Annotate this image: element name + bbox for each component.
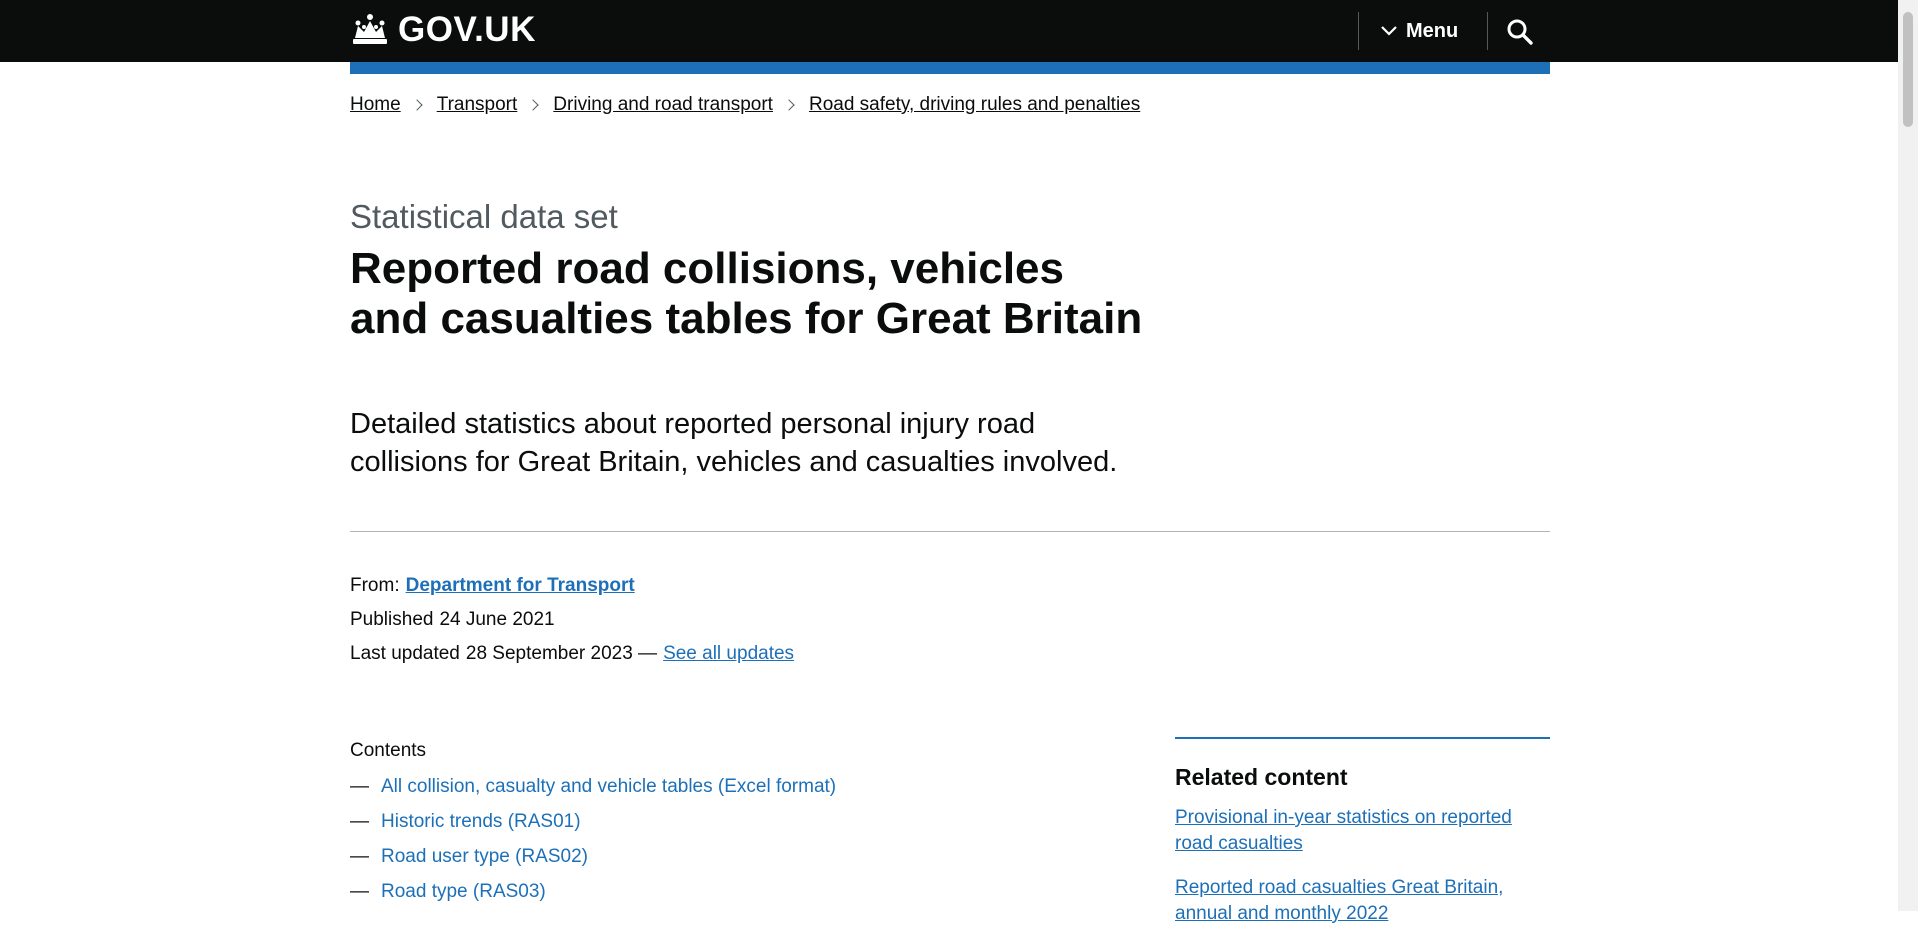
chevron-right-icon (783, 99, 795, 111)
updated-date: 28 September 2023 — (465, 643, 658, 664)
chevron-down-icon (1381, 26, 1397, 36)
chevron-right-icon (527, 99, 539, 111)
contents-link[interactable]: Road user type (RAS02) (381, 846, 588, 868)
menu-label: Menu (1406, 19, 1459, 42)
contents-list: — All collision, casualty and vehicle ta… (350, 776, 836, 916)
list-dash: — (350, 846, 369, 867)
page-title: Reported road collisions, vehicles and c… (350, 244, 1143, 343)
scrollbar[interactable] (1898, 0, 1918, 911)
list-item: — All collision, casualty and vehicle ta… (350, 776, 836, 811)
govuk-logo-link[interactable]: GOV.UK (350, 8, 536, 52)
published-label: Published (350, 609, 434, 630)
scrollbar-thumb[interactable] (1903, 12, 1913, 127)
updated-label: Last updated (350, 643, 460, 664)
search-icon (1507, 19, 1533, 45)
breadcrumb-home[interactable]: Home (350, 94, 401, 116)
related-link[interactable]: Provisional in-year statistics on report… (1175, 805, 1550, 857)
from-label: From: (350, 575, 400, 596)
list-item: — Road user type (RAS02) (350, 846, 836, 881)
related-link[interactable]: Reported road casualties Great Britain, … (1175, 875, 1550, 927)
header-divider (1487, 12, 1488, 50)
breadcrumb-driving[interactable]: Driving and road transport (553, 94, 773, 116)
contents-link[interactable]: Historic trends (RAS01) (381, 811, 581, 833)
related-heading: Related content (1175, 764, 1348, 790)
related-content: Related content Provisional in-year stat… (1175, 737, 1550, 945)
logo-text: GOV.UK (398, 10, 536, 49)
list-dash: — (350, 776, 369, 797)
contents-heading: Contents (350, 740, 427, 761)
breadcrumb-road-safety[interactable]: Road safety, driving rules and penalties (809, 94, 1140, 116)
breadcrumb-transport[interactable]: Transport (437, 94, 518, 116)
menu-button[interactable]: Menu (1380, 16, 1458, 46)
crown-icon (353, 14, 387, 44)
list-dash: — (350, 881, 369, 902)
list-dash: — (350, 811, 369, 832)
see-all-updates-link[interactable]: See all updates (663, 643, 794, 664)
header-accent-bar (350, 62, 1550, 74)
organisation-link[interactable]: Department for Transport (406, 575, 635, 596)
header-divider (1358, 12, 1359, 50)
search-button[interactable] (1505, 17, 1535, 47)
contents-link[interactable]: All collision, casualty and vehicle tabl… (381, 776, 836, 798)
page-caption: Statistical data set (350, 198, 618, 235)
page-lead: Detailed statistics about reported perso… (350, 408, 1118, 478)
meta-updated: Last updated 28 September 2023 — See all u… (350, 642, 794, 666)
breadcrumb: Home Transport Driving and road transpor… (350, 94, 1140, 116)
chevron-right-icon (411, 99, 423, 111)
meta-published: Published 24 June 2021 (350, 608, 555, 632)
contents-link[interactable]: Road type (RAS03) (381, 881, 546, 903)
meta-from: From: Department for Transport (350, 574, 635, 598)
site-header: GOV.UK Menu (0, 0, 1898, 62)
published-date: 24 June 2021 (439, 609, 555, 630)
list-item: — Historic trends (RAS01) (350, 811, 836, 846)
section-divider (350, 531, 1550, 532)
